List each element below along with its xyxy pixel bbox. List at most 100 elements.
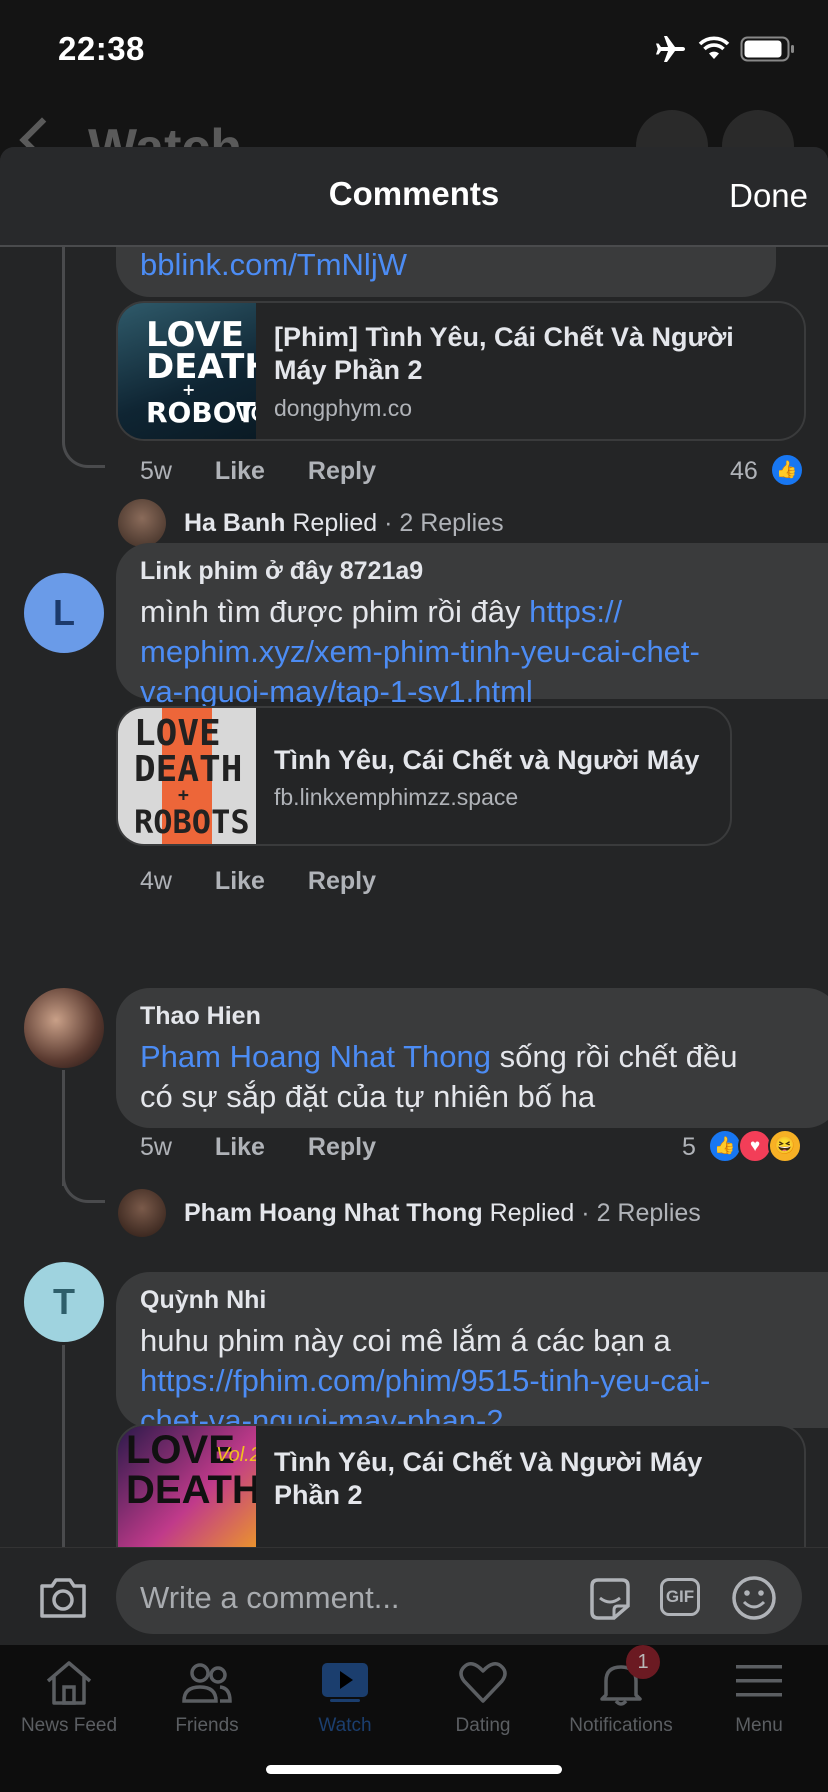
like-button[interactable]: Like xyxy=(215,1133,265,1161)
wifi-icon xyxy=(698,36,730,59)
tab-label: Dating xyxy=(455,1715,511,1736)
reply-button[interactable]: Reply xyxy=(308,1133,376,1161)
comment-body: mình tìm được phim rồi đây xyxy=(140,594,521,629)
comment-bubble[interactable]: Link phim ở đây 8721a9 mình tìm được phi… xyxy=(116,543,828,709)
link-preview[interactable]: LOVE DEATH + ROBOTS VOL [Phim] Tình Yêu,… xyxy=(116,301,806,441)
done-button[interactable]: Done xyxy=(729,177,808,215)
battery-icon xyxy=(740,36,794,62)
tab-news-feed[interactable]: News Feed xyxy=(0,1645,138,1765)
avatar[interactable] xyxy=(118,499,166,547)
preview-thumbnail: LOVE DEATH + ROBOTS xyxy=(118,708,256,844)
reply-button[interactable]: Reply xyxy=(308,867,376,895)
thumb-text: + xyxy=(178,785,189,806)
tab-label: Menu xyxy=(735,1715,783,1736)
preview-title: Tình Yêu, Cái Chết Và Người Máy Phần 2 xyxy=(274,1447,703,1510)
preview-domain: fb.linkxemphimzz.space xyxy=(274,784,519,810)
tab-label: News Feed xyxy=(20,1715,118,1736)
comment-author[interactable]: Link phim ở đây 8721a9 xyxy=(140,557,828,586)
reply-connector xyxy=(62,1150,105,1203)
comment-age: 4w xyxy=(140,867,172,895)
mention-link[interactable]: Pham Hoang Nhat Thong xyxy=(140,1039,491,1074)
comment-text: Pham Hoang Nhat Thong sống rồi chết đều … xyxy=(140,1037,816,1117)
replies-count: · 2 Replies xyxy=(581,1199,701,1227)
thumb-text: DEATH xyxy=(134,749,243,790)
thread-line xyxy=(62,1345,65,1547)
comment-bubble[interactable]: Quỳnh Nhi huhu phim này coi mê lắm á các… xyxy=(116,1272,828,1438)
preview-domain: dongphym.co xyxy=(274,395,413,421)
link-preview[interactable]: LOVE DEATH + ROBOTS Tình Yêu, Cái Chết v… xyxy=(116,706,732,846)
sheet-title: Comments xyxy=(328,175,500,212)
comment-actions: 4w Like Reply xyxy=(140,867,412,896)
preview-title: [Phim] Tình Yêu, Cái Chết Và Người Máy P… xyxy=(274,322,734,385)
avatar[interactable]: L xyxy=(24,573,104,653)
replied-label: Replied xyxy=(292,509,378,537)
comment-age: 5w xyxy=(140,457,172,485)
replied-label: Replied xyxy=(489,1199,575,1227)
reaction-count[interactable]: 5 xyxy=(682,1133,696,1162)
replies-summary[interactable]: Ha Banh Replied · 2 Replies xyxy=(184,509,504,538)
comments-sheet: Comments Done bblink.com/TmNljW LOVE DEA… xyxy=(0,147,828,1645)
link-preview[interactable]: LOVE DEATH Vol.2 Tình Yêu, Cái Chết Và N… xyxy=(116,1424,806,1547)
comment-bubble[interactable]: Thao Hien Pham Hoang Nhat Thong sống rồi… xyxy=(116,988,828,1128)
notification-badge: 1 xyxy=(626,1645,660,1679)
reply-connector xyxy=(62,415,105,468)
camera-icon[interactable] xyxy=(38,1576,88,1620)
reply-author: Pham Hoang Nhat Thong xyxy=(184,1199,483,1227)
tab-label: Watch xyxy=(318,1715,372,1736)
menu-icon xyxy=(736,1665,782,1697)
replies-count: · 2 Replies xyxy=(384,509,504,537)
thumb-text: DEATH xyxy=(126,1468,256,1512)
home-icon xyxy=(46,1661,92,1705)
replies-summary[interactable]: Pham Hoang Nhat Thong Replied · 2 Replie… xyxy=(184,1199,701,1228)
preview-title: Tình Yêu, Cái Chết và Người Máy xyxy=(274,745,700,775)
tab-watch[interactable]: Watch xyxy=(276,1645,414,1765)
comments-list[interactable]: bblink.com/TmNljW LOVE DEATH + ROBOTS VO… xyxy=(0,245,828,1547)
avatar[interactable] xyxy=(24,988,104,1068)
avatar[interactable]: T xyxy=(24,1262,104,1342)
comment-text: mình tìm được phim rồi đây https://mephi… xyxy=(140,592,828,712)
comment-body: huhu phim này coi mê lắm á các bạn a xyxy=(140,1323,671,1358)
thumb-text: DEATH xyxy=(146,347,256,387)
thread-line xyxy=(62,245,65,415)
thumb-text: ROBOTS xyxy=(134,803,250,841)
like-reaction-icon: 👍 xyxy=(770,453,804,487)
comment-bubble[interactable]: bblink.com/TmNljW xyxy=(116,245,776,297)
status-time: 22:38 xyxy=(58,30,145,67)
thumb-text: LOVE xyxy=(134,713,221,754)
comment-author[interactable]: Thao Hien xyxy=(140,1002,816,1031)
comment-age: 5w xyxy=(140,1133,172,1161)
preview-thumbnail: LOVE DEATH Vol.2 xyxy=(118,1426,256,1547)
comment-placeholder: Write a comment... xyxy=(140,1580,400,1615)
comment-actions: 5w Like Reply xyxy=(140,1133,412,1162)
home-indicator[interactable] xyxy=(266,1765,562,1774)
reply-author: Ha Banh xyxy=(184,509,286,537)
airplane-icon xyxy=(656,36,685,62)
thumb-text: Vol.2 xyxy=(216,1444,256,1466)
love-reaction-icon: ♥ xyxy=(738,1129,772,1163)
tab-menu[interactable]: Menu xyxy=(690,1645,828,1765)
tab-notifications[interactable]: 1 Notifications xyxy=(552,1645,690,1765)
avatar[interactable] xyxy=(118,1189,166,1237)
dating-icon xyxy=(459,1662,507,1703)
comment-body: sống rồi chết đều xyxy=(491,1039,738,1074)
reaction-count[interactable]: 46 xyxy=(730,457,758,486)
haha-reaction-icon: 😆 xyxy=(768,1129,802,1163)
tab-label: Friends xyxy=(175,1715,239,1736)
like-reaction-icon: 👍 xyxy=(708,1129,742,1163)
tab-label: Notifications xyxy=(569,1715,673,1736)
sheet-header: Comments Done xyxy=(0,147,828,247)
watch-icon xyxy=(322,1663,368,1702)
comment-composer: Write a comment... GIF xyxy=(0,1547,828,1645)
reply-button[interactable]: Reply xyxy=(308,457,376,485)
tab-friends[interactable]: Friends xyxy=(138,1645,276,1765)
comment-link[interactable]: bblink.com/TmNljW xyxy=(140,247,407,282)
comment-actions: 5w Like Reply xyxy=(140,457,412,486)
gif-icon[interactable]: GIF xyxy=(660,1578,700,1616)
like-button[interactable]: Like xyxy=(215,867,265,895)
tab-dating[interactable]: Dating xyxy=(414,1645,552,1765)
emoji-icon[interactable] xyxy=(730,1574,778,1622)
comment-author[interactable]: Quỳnh Nhi xyxy=(140,1286,828,1315)
like-button[interactable]: Like xyxy=(215,457,265,485)
friends-icon xyxy=(182,1663,232,1703)
sticker-icon[interactable] xyxy=(586,1576,634,1622)
